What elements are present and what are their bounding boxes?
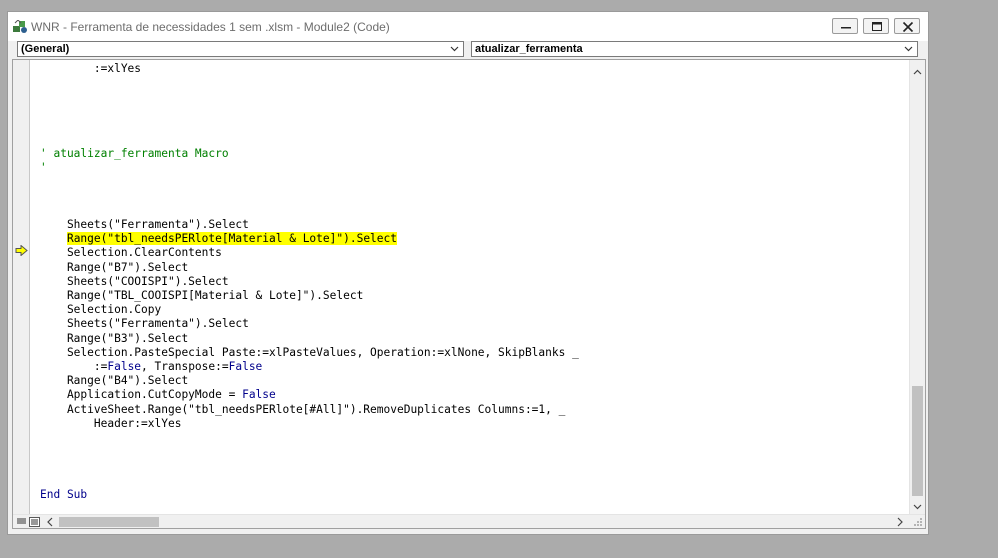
code-token: Selection.Copy [40,303,162,317]
code-line[interactable] [40,119,906,133]
scroll-right-icon[interactable] [895,516,905,528]
minimize-button[interactable] [832,18,858,34]
scroll-down-icon[interactable] [910,501,925,513]
code-line[interactable]: Range("B4").Select [40,374,906,388]
code-token: , Transpose:= [141,359,229,373]
code-token: Sheets("Ferramenta").Select [40,317,249,331]
code-line[interactable]: Sheets("COOISPI").Select [40,275,906,289]
code-line[interactable]: Selection.ClearContents [40,246,906,260]
code-line[interactable] [40,76,906,90]
code-line[interactable]: Range("TBL_COOISPI[Material & Lote]").Se… [40,289,906,303]
code-token: ' atualizar_ferramenta Macro [40,147,229,161]
code-token: Sheets("COOISPI").Select [40,274,229,288]
code-token: Range("B7").Select [40,260,189,274]
procedure-dropdown[interactable]: atualizar_ferramenta [471,41,918,57]
code-line[interactable]: ActiveSheet.Range("tbl_needsPERlote[#All… [40,403,906,417]
code-line[interactable] [40,204,906,218]
minimize-icon [841,27,851,29]
scroll-up-icon[interactable] [910,66,925,78]
code-token: Range("tbl_needsPERlote[Material & Lote]… [66,232,397,246]
code-token: := [40,359,108,373]
code-line[interactable]: ' atualizar_ferramenta Macro [40,147,906,161]
vertical-scrollbar[interactable] [909,60,925,516]
code-token: ' [40,161,47,175]
code-token: False [242,388,276,402]
code-token: Range("B4").Select [40,374,189,388]
code-line[interactable]: Range("tbl_needsPERlote[Material & Lote]… [40,232,906,246]
code-token: False [228,359,263,373]
code-line[interactable] [40,431,906,445]
horizontal-scroll-thumb[interactable] [59,517,159,527]
close-icon [902,21,914,33]
code-line[interactable]: Header:=xlYes [40,417,906,431]
code-line[interactable]: Range("B3").Select [40,332,906,346]
code-token: False [107,359,142,373]
object-dropdown[interactable]: (General) [17,41,464,57]
code-line[interactable]: Range("B7").Select [40,261,906,275]
code-token: Range("B3").Select [40,331,189,345]
code-line[interactable]: Application.CutCopyMode = False [40,388,906,402]
code-line[interactable] [40,90,906,104]
code-line[interactable]: :=xlYes [40,62,906,76]
code-line[interactable] [40,190,906,204]
vertical-scroll-thumb[interactable] [912,386,923,496]
code-line[interactable] [40,176,906,190]
code-line[interactable] [40,445,906,459]
title-bar[interactable]: WNR - Ferramenta de necessidades 1 sem .… [8,12,928,41]
code-token: Application.CutCopyMode = [40,388,243,402]
code-line[interactable] [40,473,906,487]
code-line[interactable]: Sheets("Ferramenta").Select [40,317,906,331]
code-token: ActiveSheet.Range("tbl_needsPERlote[#All… [40,402,566,416]
procedure-dropdown-value: atualizar_ferramenta [475,43,583,55]
code-token: Selection.ClearContents [40,246,222,260]
code-line[interactable]: End Sub [40,488,906,502]
resize-grip-icon[interactable] [913,517,923,527]
indicator-margin[interactable] [13,60,30,517]
chevron-down-icon[interactable] [904,45,913,53]
window-title: WNR - Ferramenta de necessidades 1 sem .… [31,20,390,34]
maximize-icon [872,22,882,31]
code-editor[interactable]: :=xlYes ' atualizar_ferramenta Macro ' She… [12,59,926,529]
code-token: End Sub [40,487,88,501]
code-line[interactable] [40,133,906,147]
code-token: Header:=xlYes [40,416,182,430]
code-line[interactable]: Selection.Copy [40,303,906,317]
execution-arrow-icon [15,245,28,256]
code-token: :=xlYes [40,62,142,75]
code-line[interactable]: :=False, Transpose:=False [40,360,906,374]
vba-code-window: WNR - Ferramenta de necessidades 1 sem .… [7,11,929,535]
full-module-view-icon[interactable] [29,517,40,527]
vba-project-icon [13,20,27,33]
code-line[interactable]: Selection.PasteSpecial Paste:=xlPasteVal… [40,346,906,360]
maximize-button[interactable] [863,18,889,34]
code-token: Sheets("Ferramenta").Select [40,218,249,232]
close-button[interactable] [894,18,920,34]
chevron-down-icon[interactable] [450,45,459,53]
code-line[interactable] [40,459,906,473]
horizontal-scrollbar[interactable] [13,514,925,528]
scroll-left-icon[interactable] [45,516,55,528]
code-line[interactable] [40,105,906,119]
code-text[interactable]: :=xlYes ' atualizar_ferramenta Macro ' She… [40,62,906,514]
code-line[interactable]: ' [40,161,906,175]
procedure-view-icon[interactable] [16,517,27,527]
object-dropdown-value: (General) [21,43,70,55]
code-line[interactable]: Sheets("Ferramenta").Select [40,218,906,232]
code-token: Selection.PasteSpecial Paste:=xlPasteVal… [40,345,579,359]
code-token: Range("TBL_COOISPI[Material & Lote]").Se… [40,289,364,302]
